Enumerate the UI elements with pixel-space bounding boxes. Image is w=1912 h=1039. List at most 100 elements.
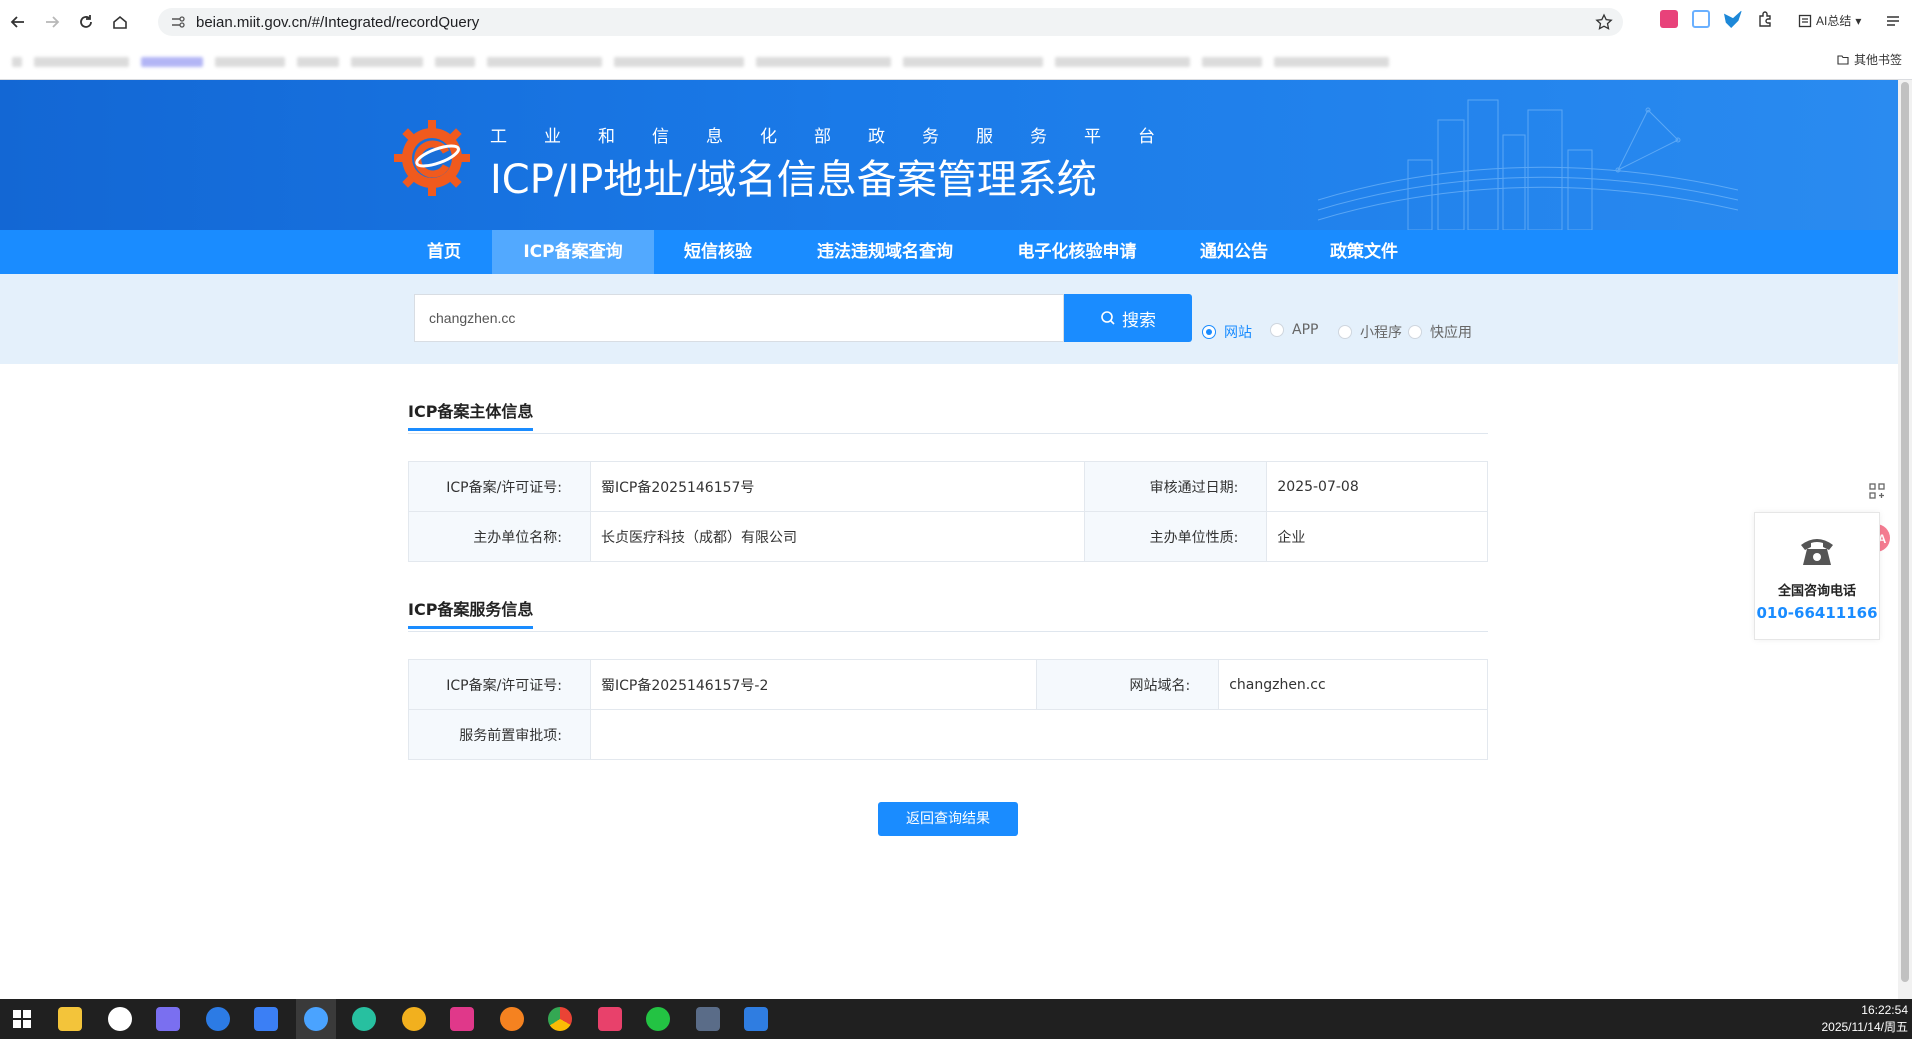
scrollbar-thumb[interactable] bbox=[1901, 82, 1909, 982]
app-orange-icon[interactable] bbox=[500, 1007, 524, 1031]
app-house-icon[interactable] bbox=[156, 1007, 180, 1031]
translate-extension-icon[interactable] bbox=[1660, 10, 1678, 28]
bookmark-item[interactable] bbox=[141, 56, 203, 67]
nav-item-e-verify[interactable]: 电子化核验申请 bbox=[996, 230, 1158, 274]
search-icon bbox=[1101, 311, 1115, 325]
radio-label: 小程序 bbox=[1360, 325, 1402, 341]
page-scrollbar[interactable] bbox=[1898, 80, 1912, 999]
hotline-number: 010-66411166 bbox=[1756, 604, 1878, 622]
bookmark-item[interactable] bbox=[34, 56, 129, 67]
file-explorer-icon[interactable] bbox=[58, 1007, 82, 1031]
other-bookmarks[interactable]: 其他书签 bbox=[1837, 51, 1902, 68]
label-cell: ICP备案/许可证号: bbox=[408, 659, 591, 710]
radio-app[interactable]: APP bbox=[1270, 322, 1318, 338]
ai-summary-button[interactable]: AI总结 ▾ bbox=[1798, 12, 1861, 29]
nav-item-notices[interactable]: 通知公告 bbox=[1180, 230, 1288, 274]
nav-item-illegal-domain[interactable]: 违法违规域名查询 bbox=[792, 230, 978, 274]
label-cell: ICP备案/许可证号: bbox=[408, 461, 591, 512]
nav-item-icp-query[interactable]: ICP备案查询 bbox=[492, 230, 654, 274]
menu-icon[interactable] bbox=[1884, 12, 1902, 30]
reload-icon bbox=[80, 15, 92, 28]
miit-logo bbox=[394, 120, 470, 196]
arrow-left-icon bbox=[10, 16, 24, 28]
radio-website[interactable]: 网站 bbox=[1202, 322, 1252, 342]
bookmark-item[interactable] bbox=[351, 56, 423, 67]
wechat-icon[interactable] bbox=[646, 1007, 670, 1031]
site-info-icon[interactable] bbox=[170, 14, 186, 30]
radio-dot bbox=[1270, 323, 1284, 337]
table-row: ICP备案/许可证号: 蜀ICP备2025146157号 审核通过日期: 202… bbox=[408, 461, 1488, 512]
site-banner: 工业和信息化部政务服务平台 ICP/IP地址/域名信息备案管理系统 bbox=[0, 80, 1898, 230]
system-title: ICP/IP地址/域名信息备案管理系统 bbox=[490, 157, 1097, 203]
bookmark-star-icon[interactable] bbox=[1595, 13, 1613, 31]
windows-start-icon[interactable] bbox=[10, 1007, 34, 1031]
bookmark-item[interactable] bbox=[756, 56, 891, 67]
search-input[interactable]: changzhen.cc bbox=[414, 294, 1064, 342]
table-row: 服务前置审批项: bbox=[408, 709, 1488, 760]
radio-mini-program[interactable]: 小程序 bbox=[1338, 322, 1402, 342]
address-bar[interactable]: beian.miit.gov.cn/#/Integrated/recordQue… bbox=[158, 8, 1623, 36]
bookmark-item[interactable] bbox=[435, 56, 475, 67]
bookmark-item[interactable] bbox=[903, 56, 1043, 67]
radio-dot bbox=[1338, 325, 1352, 339]
subject-info-title: ICP备案主体信息 bbox=[408, 398, 534, 431]
folder-icon bbox=[1837, 54, 1849, 65]
search-app-icon[interactable] bbox=[206, 1007, 230, 1031]
label-cell: 主办单位名称: bbox=[408, 511, 591, 562]
value-cell: 长贞医疗科技（成都）有限公司 bbox=[589, 511, 1086, 562]
taskbar-clock[interactable]: 16:22:54 2025/11/14/周五 bbox=[1821, 1002, 1908, 1036]
browser-chrome: beian.miit.gov.cn/#/Integrated/recordQue… bbox=[0, 0, 1912, 79]
mail-icon[interactable] bbox=[744, 1007, 768, 1031]
bird-extension-icon[interactable] bbox=[1724, 10, 1742, 28]
page-viewport: 工业和信息化部政务服务平台 ICP/IP地址/域名信息备案管理系统 首页 ICP… bbox=[0, 80, 1898, 999]
browser-app-icon[interactable] bbox=[304, 1007, 328, 1031]
document-icon bbox=[1798, 14, 1812, 27]
divider bbox=[408, 433, 1488, 434]
table-row: ICP备案/许可证号: 蜀ICP备2025146157号-2 网站域名: cha… bbox=[408, 659, 1488, 710]
back-button[interactable] bbox=[2, 6, 34, 38]
nav-item-home[interactable]: 首页 bbox=[404, 230, 484, 274]
hotline-widget: 全国咨询电话 010-66411166 bbox=[1754, 512, 1880, 640]
bookmark-item[interactable] bbox=[215, 56, 285, 67]
bookmark-item[interactable] bbox=[1055, 56, 1190, 67]
chrome-icon[interactable] bbox=[548, 1007, 572, 1031]
app-bear-icon[interactable] bbox=[402, 1007, 426, 1031]
label-cell: 服务前置审批项: bbox=[408, 709, 591, 760]
jetbrains-icon[interactable] bbox=[450, 1007, 474, 1031]
value-cell: changzhen.cc bbox=[1218, 659, 1488, 710]
radio-dot bbox=[1408, 325, 1422, 339]
hotline-label: 全国咨询电话 bbox=[1777, 584, 1856, 599]
value-cell bbox=[590, 709, 1488, 760]
qr-grid-icon[interactable] bbox=[1868, 482, 1886, 500]
label-cell: 网站域名: bbox=[1036, 659, 1220, 710]
feishu-icon[interactable] bbox=[254, 1007, 278, 1031]
forward-button[interactable] bbox=[36, 6, 68, 38]
app-q-icon[interactable] bbox=[352, 1007, 376, 1031]
home-icon bbox=[113, 15, 127, 29]
search-button-label: 搜索 bbox=[1122, 310, 1156, 331]
puzzle-icon[interactable] bbox=[1756, 10, 1774, 28]
bookmarks-bar bbox=[0, 44, 1912, 79]
app-g-icon[interactable] bbox=[108, 1007, 132, 1031]
search-button[interactable]: 搜索 bbox=[1064, 294, 1192, 342]
nav-item-policies[interactable]: 政策文件 bbox=[1310, 230, 1418, 274]
home-button[interactable] bbox=[104, 6, 136, 38]
extension-icon[interactable] bbox=[1692, 10, 1710, 28]
remote-desktop-icon[interactable] bbox=[696, 1007, 720, 1031]
app-pink-icon[interactable] bbox=[598, 1007, 622, 1031]
bookmark-item[interactable] bbox=[614, 56, 744, 67]
bookmark-item[interactable] bbox=[1202, 56, 1262, 67]
reload-button[interactable] bbox=[70, 6, 102, 38]
bookmark-item[interactable] bbox=[297, 56, 339, 67]
bookmark-item[interactable] bbox=[1274, 56, 1389, 67]
extensions-area bbox=[1660, 10, 1774, 28]
radio-label: 网站 bbox=[1224, 325, 1252, 341]
nav-item-sms-verify[interactable]: 短信核验 bbox=[664, 230, 772, 274]
return-results-button[interactable]: 返回查询结果 bbox=[878, 802, 1018, 836]
radio-quick-app[interactable]: 快应用 bbox=[1408, 322, 1472, 342]
bookmark-item[interactable] bbox=[12, 56, 22, 67]
url-text[interactable]: beian.miit.gov.cn/#/Integrated/recordQue… bbox=[196, 14, 479, 31]
value-cell: 蜀ICP备2025146157号 bbox=[589, 461, 1086, 512]
bookmark-item[interactable] bbox=[487, 56, 602, 67]
radio-label: APP bbox=[1292, 322, 1319, 338]
